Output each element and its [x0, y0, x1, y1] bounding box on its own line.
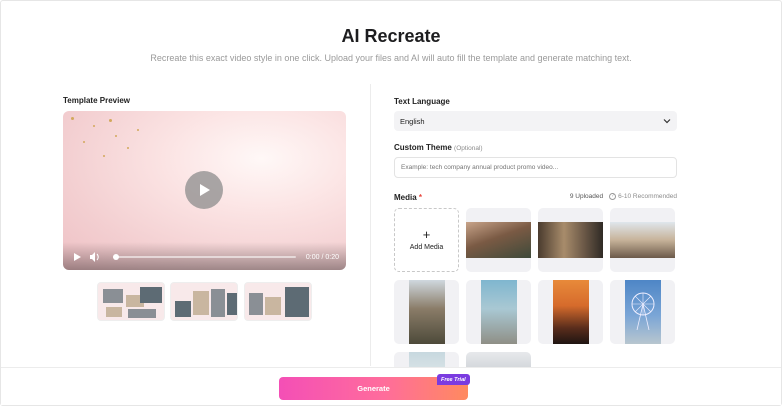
glitter-dot — [83, 141, 85, 143]
media-tile[interactable] — [610, 208, 675, 272]
glitter-dot — [103, 155, 105, 157]
template-video-player[interactable]: 0:00 / 0:20 — [63, 111, 346, 270]
chevron-down-icon — [663, 119, 671, 124]
media-image — [538, 222, 603, 258]
play-button[interactable] — [185, 171, 223, 209]
add-media-button[interactable]: + Add Media — [394, 208, 459, 272]
template-thumbnail[interactable] — [244, 282, 312, 321]
recommended-text: 6-10 Recommended — [618, 193, 677, 200]
media-tile[interactable] — [466, 208, 531, 272]
media-info: 9 Uploaded ? 6-10 Recommended — [570, 193, 677, 200]
add-media-label: Add Media — [409, 244, 444, 251]
page-subtitle: Recreate this exact video style in one c… — [150, 53, 632, 63]
template-preview-label: Template Preview — [63, 96, 130, 105]
media-image — [610, 222, 675, 258]
ferris-wheel-icon — [631, 292, 655, 330]
page-title: AI Recreate — [341, 26, 441, 46]
glitter-dot — [115, 135, 117, 137]
custom-theme-label: Custom Theme (Optional) — [394, 143, 483, 152]
required-mark: * — [418, 193, 423, 202]
free-trial-badge: Free Trial — [437, 374, 470, 385]
glitter-dot — [109, 119, 112, 122]
text-language-label: Text Language — [394, 97, 450, 106]
play-icon — [200, 184, 210, 196]
help-icon[interactable]: ? — [609, 193, 617, 200]
control-play-icon[interactable] — [73, 253, 81, 261]
media-image — [481, 280, 517, 344]
media-image — [409, 280, 445, 344]
video-controls: 0:00 / 0:20 — [63, 242, 346, 270]
media-tile[interactable] — [394, 280, 459, 344]
recommended-hint: ? 6-10 Recommended — [609, 193, 677, 200]
text-language-value: English — [400, 116, 425, 126]
text-language-select[interactable]: English — [394, 111, 677, 131]
volume-icon[interactable] — [90, 252, 100, 262]
column-divider — [370, 84, 371, 366]
video-progress-knob[interactable] — [113, 254, 119, 260]
media-tile[interactable] — [466, 280, 531, 344]
glitter-dot — [71, 117, 74, 120]
template-thumbnail[interactable] — [170, 282, 238, 321]
glitter-dot — [93, 125, 95, 127]
media-label: Media * — [394, 193, 422, 202]
video-time: 0:00 / 0:20 — [305, 254, 339, 261]
uploaded-count: 9 Uploaded — [569, 193, 604, 200]
custom-theme-label-text: Custom Theme — [394, 143, 452, 152]
glitter-dot — [137, 129, 139, 131]
optional-hint: (Optional) — [454, 145, 483, 152]
custom-theme-input[interactable] — [394, 157, 677, 178]
media-image — [553, 280, 589, 344]
media-tile[interactable] — [610, 280, 675, 344]
video-progress-track[interactable] — [113, 256, 296, 258]
media-label-text: Media — [394, 193, 417, 202]
media-image — [466, 222, 531, 258]
glitter-dot — [127, 147, 129, 149]
media-tile[interactable] — [538, 208, 603, 272]
plus-icon: + — [422, 227, 431, 242]
media-tile[interactable] — [538, 280, 603, 344]
template-thumbnail[interactable] — [97, 282, 165, 321]
